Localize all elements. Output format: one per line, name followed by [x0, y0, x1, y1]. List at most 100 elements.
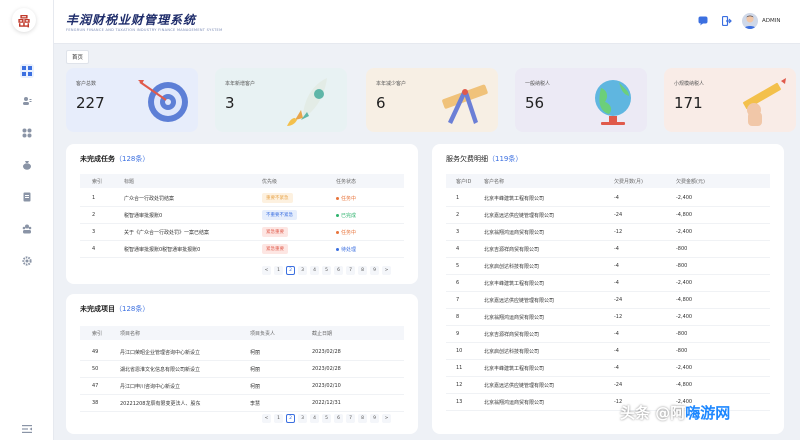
page-button[interactable]: 5 [322, 414, 331, 423]
table-row[interactable]: 6 北京丰峰建筑工程有限公司 -4 -2,400 [446, 275, 770, 292]
sidebar-item-customers[interactable] [20, 94, 34, 108]
page-button[interactable]: 8 [358, 266, 367, 275]
breadcrumb-home[interactable]: 首页 [66, 50, 90, 64]
sidebar-item-staff[interactable] [20, 222, 34, 236]
page-button[interactable]: 6 [334, 266, 343, 275]
table-row[interactable]: 3 关于《广众合一行政处罚》一案已结案 紧急重要 任务中 [80, 224, 404, 241]
page-button[interactable]: 9 [370, 266, 379, 275]
stat-card-new-customers[interactable]: 本年新增客户 3 [215, 68, 347, 132]
cell-amount: -4,800 [676, 297, 693, 303]
cell-title: 税智通审批报账0 [124, 213, 163, 219]
table-row[interactable]: 2 税智通审批报账0 不重要不紧急 已完成 [80, 207, 404, 224]
table-row[interactable]: 47 丹江口申川咨询中心新设立 柯丽 2023/02/10 [80, 378, 404, 395]
table-row[interactable]: 2 北京嘉远达供应链管理有限公司 -24 -4,800 [446, 207, 770, 224]
sidebar-item-finance[interactable] [20, 158, 34, 172]
panel-title: 未完成项目（128条） [80, 305, 150, 313]
page-button[interactable]: 2 [286, 414, 295, 423]
table-row[interactable]: 12 北京嘉远达供应链管理有限公司 -24 -4,800 [446, 377, 770, 394]
username[interactable]: ADMIN [762, 18, 780, 24]
priority-tag: 不重要不紧急 [262, 210, 297, 220]
cell-months: -4 [614, 246, 619, 252]
page-button[interactable]: 3 [298, 266, 307, 275]
panel-title: 服务欠费明细（119条） [446, 155, 523, 163]
cell-customer-id: 2 [456, 212, 460, 218]
sidebar-item-documents[interactable] [20, 190, 34, 204]
user-avatar-icon [744, 15, 756, 29]
status-badge: 任务中 [336, 195, 356, 202]
page-button[interactable]: 8 [358, 414, 367, 423]
pencil-icon [743, 78, 786, 126]
cell-index: 1 [92, 195, 96, 201]
page-button[interactable]: 1 [274, 414, 283, 423]
table-row[interactable]: 49 丹江口荣昭企业管理咨询中心新设立 柯丽 2023/02/28 [80, 344, 404, 361]
avatar[interactable] [742, 13, 758, 29]
table-row[interactable]: 7 北京嘉远达供应链管理有限公司 -24 -4,800 [446, 292, 770, 309]
cell-customer-name: 北京翁翔鸿运商贸有限公司 [484, 400, 545, 406]
table-row[interactable]: 38 20221208龙辰有限变更法人、股东 李慧 2022/12/31 [80, 395, 404, 412]
stat-card-small-taxpayers[interactable]: 小规模纳税人 171 [664, 68, 796, 132]
table-header: 索引 标题 优先级 任务状态 [80, 174, 404, 188]
sidebar-collapse-button[interactable] [20, 422, 34, 436]
cell-amount: -800 [676, 348, 688, 354]
globe-icon [595, 80, 631, 125]
page-button[interactable]: 9 [370, 414, 379, 423]
cell-months: -4 [614, 280, 619, 286]
cell-index: 2 [92, 212, 96, 218]
page-button[interactable]: 4 [310, 414, 319, 423]
cell-customer-id: 6 [456, 280, 460, 286]
table-row[interactable]: 4 北京吉源祥商贸有限公司 -4 -800 [446, 241, 770, 258]
message-icon[interactable] [698, 16, 708, 26]
page-button[interactable]: 3 [298, 414, 307, 423]
page-button[interactable]: 2 [286, 266, 295, 275]
table-row[interactable]: 50 湖北省恩淮文化信息有限公司新设立 柯丽 2023/02/28 [80, 361, 404, 378]
stat-label: 客户总数 [76, 81, 97, 87]
stat-card-lost-customers[interactable]: 本年减少客户 6 [366, 68, 498, 132]
table-row[interactable]: 1 广众合一行政处罚结案 重要不紧急 任务中 [80, 190, 404, 207]
stat-card-general-taxpayers[interactable]: 一般纳税人 56 [515, 68, 647, 132]
column-header: 索引 [92, 331, 103, 337]
table-row[interactable]: 4 税智通审批报账0税智通审批报账0 紧急重要 待处理 [80, 241, 404, 258]
dashboard-icon [22, 66, 32, 76]
cell-months: -4 [614, 195, 619, 201]
table-row[interactable]: 8 北京翁翔鸿运商贸有限公司 -12 -2,400 [446, 309, 770, 326]
logout-icon[interactable] [722, 16, 732, 26]
cell-months: -4 [614, 348, 619, 354]
page-button[interactable]: < [262, 266, 271, 275]
status-text: 任务中 [341, 196, 357, 202]
stat-label: 一般纳税人 [525, 81, 551, 87]
status-dot-icon [336, 214, 339, 217]
table-row[interactable]: 5 北京启创达科技有限公司 -4 -800 [446, 258, 770, 275]
status-text: 任务中 [341, 230, 357, 236]
page-button[interactable]: 6 [334, 414, 343, 423]
page-button[interactable]: > [382, 266, 391, 275]
cell-customer-name: 北京丰峰建筑工程有限公司 [484, 196, 545, 202]
table-row[interactable]: 9 北京吉源祥商贸有限公司 -4 -800 [446, 326, 770, 343]
stat-card-total-customers[interactable]: 客户总数 227 [66, 68, 198, 132]
table-row[interactable]: 3 北京翁翔鸿运商贸有限公司 -12 -2,400 [446, 224, 770, 241]
cell-amount: -2,400 [676, 280, 693, 286]
table-row[interactable]: 11 北京丰峰建筑工程有限公司 -4 -2,400 [446, 360, 770, 377]
cell-project-name: 丹江口荣昭企业管理咨询中心新设立 [120, 350, 201, 356]
cell-customer-id: 7 [456, 297, 460, 303]
page-button[interactable]: 7 [346, 266, 355, 275]
sidebar-item-modules[interactable] [20, 126, 34, 140]
cell-months: -24 [614, 297, 623, 303]
page-button[interactable]: 1 [274, 266, 283, 275]
stat-value: 3 [225, 94, 235, 112]
page-button[interactable]: 5 [322, 266, 331, 275]
page-button[interactable]: 7 [346, 414, 355, 423]
cell-months: -4 [614, 365, 619, 371]
column-header: 索引 [92, 179, 103, 185]
page-button[interactable]: < [262, 414, 271, 423]
sidebar-item-settings[interactable] [20, 254, 34, 268]
table-row[interactable]: 10 北京启创达科技有限公司 -4 -800 [446, 343, 770, 360]
cell-amount: -800 [676, 263, 688, 269]
page-button[interactable]: 4 [310, 266, 319, 275]
page-button[interactable]: > [382, 414, 391, 423]
sidebar-item-dashboard[interactable] [20, 64, 34, 78]
table-row[interactable]: 1 北京丰峰建筑工程有限公司 -4 -2,400 [446, 190, 770, 207]
cell-customer-name: 北京翁翔鸿运商贸有限公司 [484, 315, 545, 321]
cell-customer-id: 10 [456, 348, 463, 354]
column-header: 欠费金额(元) [676, 179, 705, 185]
cell-owner: 柯丽 [250, 350, 261, 356]
